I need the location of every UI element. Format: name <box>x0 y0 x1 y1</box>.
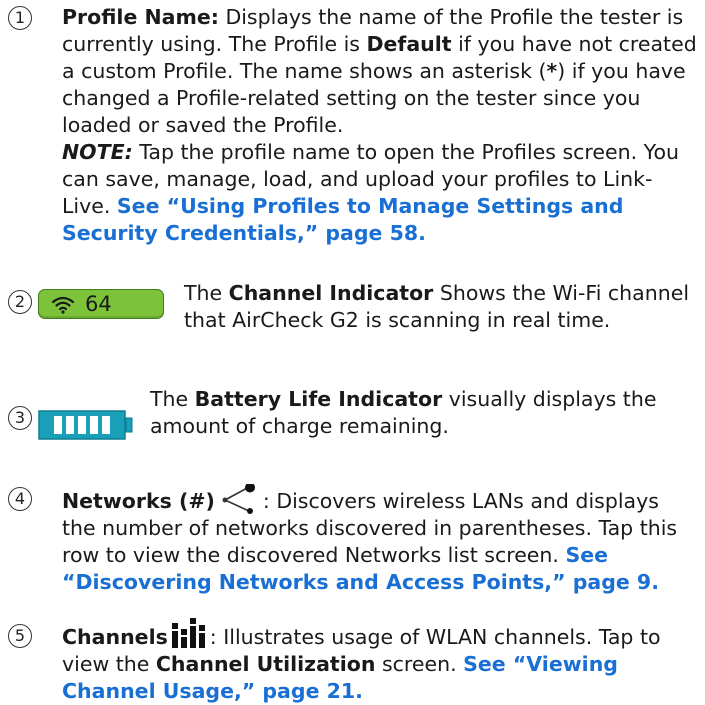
item-label: Battery Life Indicator <box>194 387 443 411</box>
bar-chart-icon <box>171 618 205 648</box>
item-text: Channels: Illustrates usage of WLAN chan… <box>62 618 699 705</box>
battery-icon <box>38 410 133 440</box>
note-label: NOTE: <box>62 140 133 164</box>
channel-number: 64 <box>85 292 112 316</box>
item-number: 4 <box>8 487 32 511</box>
item-text: The Channel Indicator Shows the Wi-Fi ch… <box>184 281 690 332</box>
wifi-icon <box>51 296 75 314</box>
item-text: The Battery Life Indicator visually disp… <box>150 387 657 438</box>
item-label: Channels <box>62 625 168 649</box>
cross-reference-link[interactable]: See “Using Profiles to Manage Settings a… <box>62 194 623 245</box>
share-network-icon <box>222 484 255 514</box>
item-label: Channel Indicator <box>228 281 434 305</box>
item-label: Networks (#) <box>62 489 215 513</box>
item-label: Profile Name: <box>62 5 219 29</box>
item-text: Profile Name: Displays the name of the P… <box>62 5 697 245</box>
item-number: 3 <box>8 406 32 430</box>
item-text: Networks (#): Discovers wireless LANs an… <box>62 484 699 596</box>
item-number: 5 <box>8 624 32 648</box>
item-number: 2 <box>8 290 32 314</box>
item-number: 1 <box>8 6 32 30</box>
channel-indicator: 64 <box>38 289 164 319</box>
